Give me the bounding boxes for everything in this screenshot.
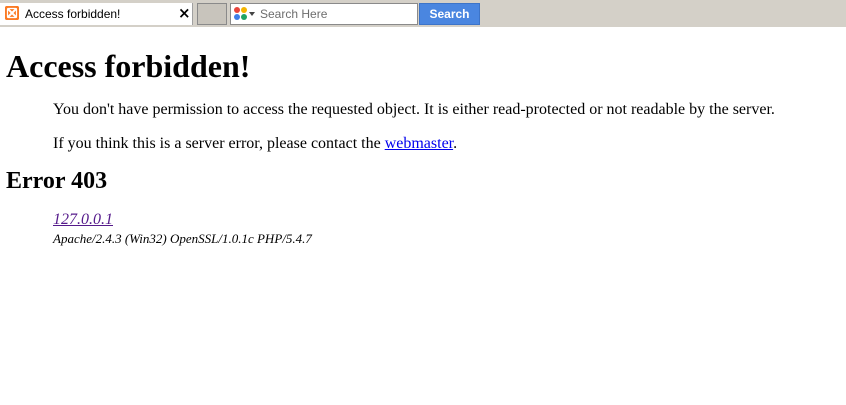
search-engine-icon[interactable] — [233, 6, 257, 22]
contact-message: If you think this is a server error, ple… — [53, 135, 840, 153]
page-title: Access forbidden! — [6, 48, 251, 84]
server-signature: Apache/2.4.3 (Win32) OpenSSL/1.0.1c PHP/… — [53, 231, 312, 246]
page-content: Access forbidden! You don't have permiss… — [6, 27, 840, 246]
search-input[interactable] — [260, 5, 410, 23]
tab-title: Access forbidden! — [25, 7, 121, 21]
browser-toolbar: Access forbidden! × Search — [0, 0, 846, 27]
server-address: 127.0.0.1 Apache/2.4.3 (Win32) OpenSSL/1… — [53, 211, 840, 246]
error-code-heading: Error 403 — [6, 168, 108, 194]
contact-text: If you think this is a server error, ple… — [53, 135, 381, 152]
new-tab-button[interactable] — [197, 3, 227, 25]
contact-suffix: . — [453, 135, 458, 152]
host-link[interactable]: 127.0.0.1 — [53, 211, 113, 229]
xampp-logo-icon — [5, 6, 19, 20]
search-box[interactable] — [230, 3, 418, 25]
browser-tab[interactable]: Access forbidden! × — [0, 3, 193, 25]
search-button[interactable]: Search — [419, 3, 480, 25]
webmaster-link[interactable]: webmaster — [385, 135, 453, 152]
close-icon[interactable]: × — [178, 5, 191, 22]
permission-message: You don't have permission to access the … — [53, 101, 775, 118]
